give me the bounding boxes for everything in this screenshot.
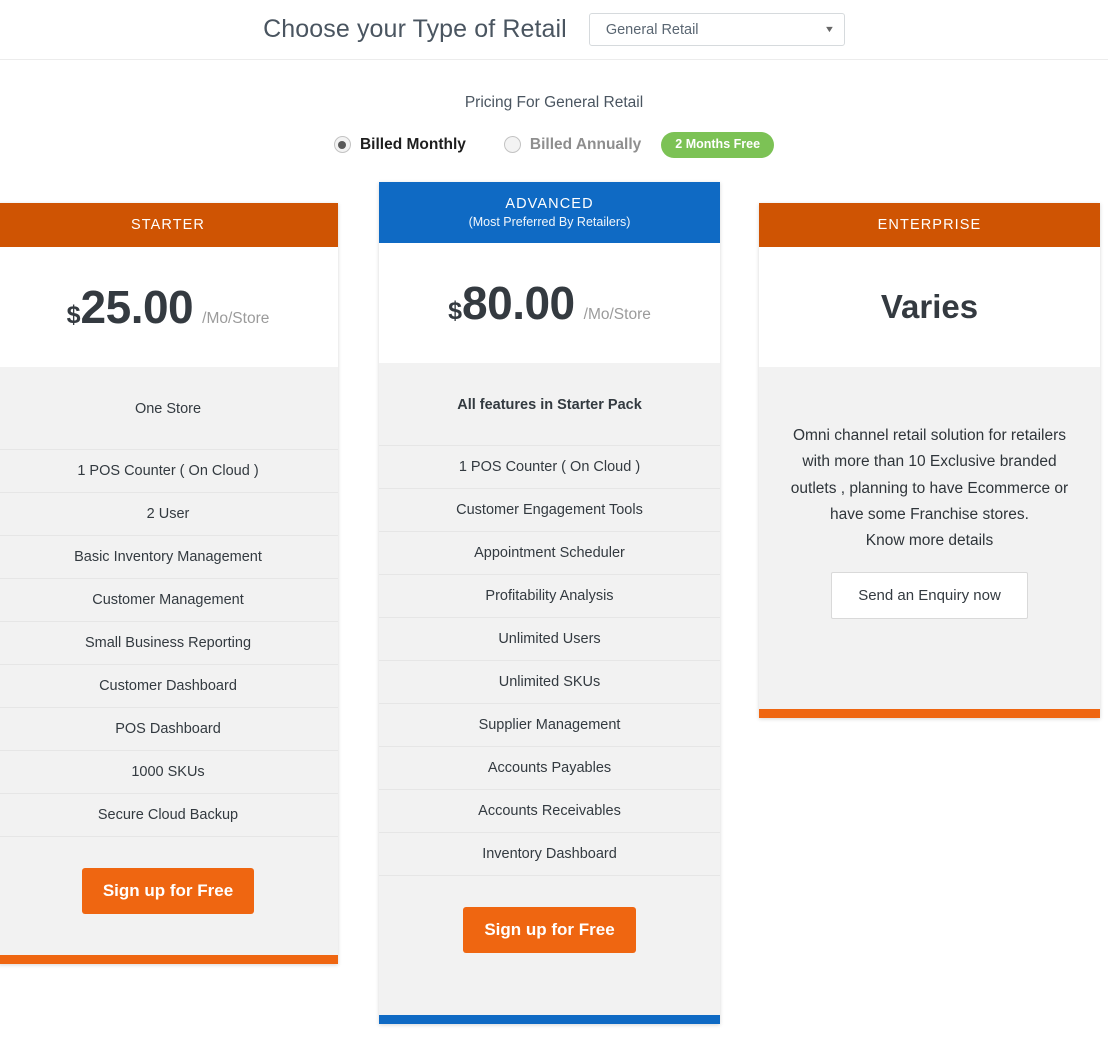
enterprise-plan-name: ENTERPRISE xyxy=(877,216,982,233)
list-item: Basic Inventory Management xyxy=(0,536,338,579)
list-item: Customer Dashboard xyxy=(0,665,338,708)
list-item: Accounts Receivables xyxy=(379,790,720,833)
list-item: Customer Management xyxy=(0,579,338,622)
list-item: 1 POS Counter ( On Cloud ) xyxy=(0,450,338,493)
advanced-amount: 80.00 xyxy=(462,276,575,329)
advanced-cta-zone: Sign up for Free xyxy=(379,875,720,1015)
retail-type-select[interactable]: General Retail ▼ xyxy=(588,13,845,46)
list-item: Supplier Management xyxy=(379,704,720,747)
months-free-badge: 2 Months Free xyxy=(661,132,775,158)
retail-type-bar: Choose your Type of Retail General Retai… xyxy=(0,0,1108,60)
billing-option-annually[interactable]: Billed Annually xyxy=(503,135,642,154)
enterprise-price: Varies xyxy=(759,246,1100,367)
starter-amount: 25.00 xyxy=(80,280,194,333)
list-item: 1000 SKUs xyxy=(0,751,338,794)
list-item: All features in Starter Pack xyxy=(379,363,720,446)
starter-feature-list: One Store 1 POS Counter ( On Cloud ) 2 U… xyxy=(0,366,338,837)
enterprise-accent-bar xyxy=(759,709,1100,719)
radio-selected-icon xyxy=(333,136,351,154)
starter-card-header: STARTER xyxy=(0,202,338,247)
advanced-signup-button[interactable]: Sign up for Free xyxy=(463,906,636,953)
retail-type-selected-value: General Retail xyxy=(605,21,699,38)
chevron-down-icon: ▼ xyxy=(823,24,835,34)
advanced-feature-list: All features in Starter Pack 1 POS Count… xyxy=(379,362,720,876)
pricing-intro: Pricing For General Retail Billed Monthl… xyxy=(0,60,1108,158)
list-item: Profitability Analysis xyxy=(379,575,720,618)
starter-price: $25.00/Mo/Store xyxy=(0,246,338,367)
pricing-cards: STARTER $25.00/Mo/Store One Store 1 POS … xyxy=(0,181,1108,1043)
advanced-currency: $ xyxy=(448,296,463,325)
enterprise-price-text: Varies xyxy=(880,287,979,325)
list-item: Customer Engagement Tools xyxy=(379,489,720,532)
pricing-card-starter: STARTER $25.00/Mo/Store One Store 1 POS … xyxy=(0,202,338,964)
enterprise-description-line2: Know more details xyxy=(865,532,994,550)
billing-option-monthly[interactable]: Billed Monthly xyxy=(333,135,466,154)
advanced-period: /Mo/Store xyxy=(583,305,651,323)
pricing-card-advanced: ADVANCED (Most Preferred By Retailers) $… xyxy=(379,181,720,1024)
list-item: Inventory Dashboard xyxy=(379,833,720,876)
list-item: Accounts Payables xyxy=(379,747,720,790)
advanced-plan-name: ADVANCED xyxy=(505,195,594,212)
advanced-plan-subtitle: (Most Preferred By Retailers) xyxy=(468,214,631,229)
starter-currency: $ xyxy=(66,300,81,329)
enterprise-bottom-padding xyxy=(759,645,1100,710)
billing-toggle-group: Billed Monthly Billed Annually 2 Months … xyxy=(0,132,1108,158)
pricing-title: Pricing For General Retail xyxy=(464,94,644,111)
list-item: Unlimited SKUs xyxy=(379,661,720,704)
enterprise-enquiry-button[interactable]: Send an Enquiry now xyxy=(831,572,1028,620)
billing-monthly-label: Billed Monthly xyxy=(359,135,466,153)
enterprise-card-header: ENTERPRISE xyxy=(759,202,1100,247)
list-item: POS Dashboard xyxy=(0,708,338,751)
list-item: Unlimited Users xyxy=(379,618,720,661)
list-item: Small Business Reporting xyxy=(0,622,338,665)
advanced-price: $80.00/Mo/Store xyxy=(379,242,720,363)
pricing-card-enterprise: ENTERPRISE Varies Omni channel retail so… xyxy=(759,202,1100,719)
starter-signup-button[interactable]: Sign up for Free xyxy=(81,867,255,914)
enterprise-body: Omni channel retail solution for retaile… xyxy=(759,366,1100,646)
radio-unselected-icon xyxy=(503,136,521,154)
list-item: 1 POS Counter ( On Cloud ) xyxy=(379,446,720,489)
list-item: One Store xyxy=(0,367,338,450)
advanced-card-header: ADVANCED (Most Preferred By Retailers) xyxy=(379,181,720,243)
billing-annually-label: Billed Annually xyxy=(529,135,642,153)
starter-plan-name: STARTER xyxy=(130,216,206,233)
starter-cta-zone: Sign up for Free xyxy=(0,836,338,955)
retail-type-heading: Choose your Type of Retail xyxy=(263,15,567,43)
starter-period: /Mo/Store xyxy=(202,309,270,327)
advanced-accent-bar xyxy=(379,1014,720,1024)
list-item: Secure Cloud Backup xyxy=(0,794,338,837)
list-item: Appointment Scheduler xyxy=(379,532,720,575)
starter-accent-bar xyxy=(0,954,338,964)
enterprise-description: Omni channel retail solution for retaile… xyxy=(790,426,1069,524)
list-item: 2 User xyxy=(0,493,338,536)
